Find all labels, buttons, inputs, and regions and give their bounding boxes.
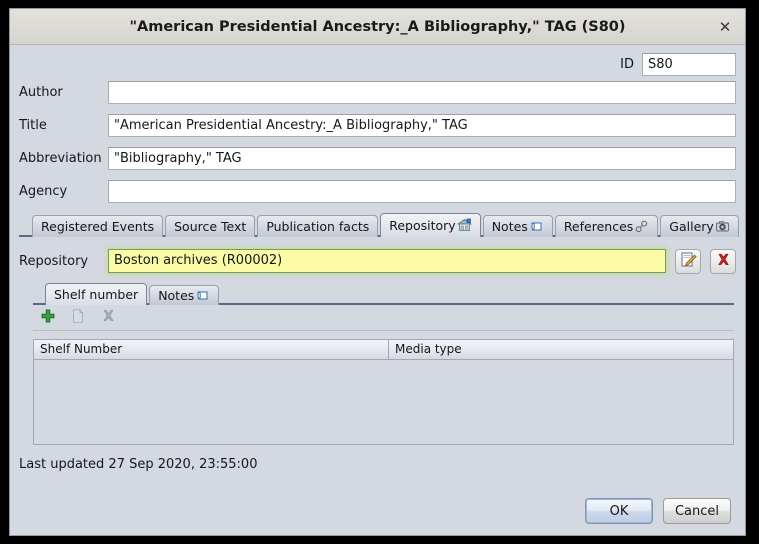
tab-label: References xyxy=(563,219,634,234)
table-header-row: Shelf Number Media type xyxy=(34,340,733,360)
title-label: Title xyxy=(19,118,47,133)
tab-source-text[interactable]: Source Text xyxy=(165,215,256,237)
abbreviation-input[interactable]: "Bibliography," TAG xyxy=(108,147,736,170)
tab-publication-facts[interactable]: Publication facts xyxy=(257,215,379,237)
main-tab-bar: Registered Events Source Text Publicatio… xyxy=(19,213,739,237)
ok-button[interactable]: OK xyxy=(585,498,653,524)
note-icon xyxy=(529,219,544,234)
title-input[interactable]: "American Presidential Ancestry:_A Bibli… xyxy=(108,114,736,137)
delete-repository-button[interactable] xyxy=(710,248,736,274)
id-row: ID S80 xyxy=(19,45,736,76)
tab-repository[interactable]: Repository xyxy=(380,213,481,237)
close-icon[interactable]: ✕ xyxy=(715,17,735,37)
tab-label: Source Text xyxy=(174,219,247,234)
agency-row: Agency xyxy=(19,175,736,208)
shelf-section: Shelf number Notes Shelf Number Media ty… xyxy=(33,283,734,445)
tab-notes[interactable]: Notes xyxy=(482,215,553,237)
agency-input[interactable] xyxy=(108,180,736,203)
author-input[interactable] xyxy=(108,81,736,104)
id-label: ID xyxy=(620,56,634,72)
repository-row: Repository Boston archives (R00002) xyxy=(19,246,736,276)
author-row: Author xyxy=(19,76,736,109)
dialog-footer: OK Cancel xyxy=(10,491,745,535)
shelf-tab-bar: Shelf number Notes xyxy=(33,283,734,305)
delete-icon xyxy=(716,252,731,271)
camera-icon xyxy=(715,219,730,234)
shelf-table: Shelf Number Media type xyxy=(33,339,734,445)
inner-tab-shelf-number[interactable]: Shelf number xyxy=(45,283,148,305)
cancel-button[interactable]: Cancel xyxy=(663,498,731,524)
tab-label: Gallery xyxy=(669,219,714,234)
column-header-shelf-number[interactable]: Shelf Number xyxy=(34,340,389,360)
last-updated-value: 27 Sep 2020, 23:55:00 xyxy=(108,457,258,472)
remove-button xyxy=(99,309,117,327)
repository-panel: Repository Boston archives (R00002) Shel… xyxy=(19,237,736,472)
document-icon xyxy=(70,308,86,328)
author-label: Author xyxy=(19,85,63,100)
inner-tab-notes[interactable]: Notes xyxy=(149,285,220,305)
tab-label: Notes xyxy=(158,288,195,303)
agency-label: Agency xyxy=(19,184,68,199)
column-header-media-type[interactable]: Media type xyxy=(389,340,733,360)
tab-references[interactable]: References xyxy=(554,215,659,237)
edit-icon xyxy=(680,251,697,272)
tab-gallery[interactable]: Gallery xyxy=(660,215,739,237)
last-updated-label: Last updated xyxy=(19,457,105,472)
dialog-body: ID S80 Author Title "American Presidenti… xyxy=(10,45,745,491)
plus-icon xyxy=(40,308,56,328)
last-updated: Last updated 27 Sep 2020, 23:55:00 xyxy=(19,457,736,472)
source-editor-dialog: "American Presidential Ancestry:_A Bibli… xyxy=(9,8,746,536)
abbreviation-label: Abbreviation xyxy=(19,151,102,166)
tab-label: Notes xyxy=(491,219,528,234)
x-icon xyxy=(101,308,116,327)
repository-icon xyxy=(456,218,472,233)
edit-repository-button[interactable] xyxy=(675,248,701,274)
shelf-toolbar xyxy=(33,305,734,331)
note-icon xyxy=(195,288,210,303)
tab-registered-events[interactable]: Registered Events xyxy=(32,215,164,237)
abbreviation-row: Abbreviation "Bibliography," TAG xyxy=(19,142,736,175)
tab-label: Registered Events xyxy=(41,219,155,234)
table-body[interactable] xyxy=(34,360,733,444)
title-bar: "American Presidential Ancestry:_A Bibli… xyxy=(10,9,745,45)
title-row: Title "American Presidential Ancestry:_A… xyxy=(19,109,736,142)
repository-input[interactable]: Boston archives (R00002) xyxy=(108,249,666,273)
edit-button xyxy=(69,308,87,328)
repository-label: Repository xyxy=(19,253,89,269)
add-button[interactable] xyxy=(39,309,57,327)
window-title: "American Presidential Ancestry:_A Bibli… xyxy=(129,19,626,35)
tab-label: Repository xyxy=(389,218,456,233)
tab-label: Shelf number xyxy=(54,287,139,302)
id-input[interactable]: S80 xyxy=(642,52,736,76)
reference-link-icon xyxy=(634,219,649,234)
tab-label: Publication facts xyxy=(266,219,370,234)
